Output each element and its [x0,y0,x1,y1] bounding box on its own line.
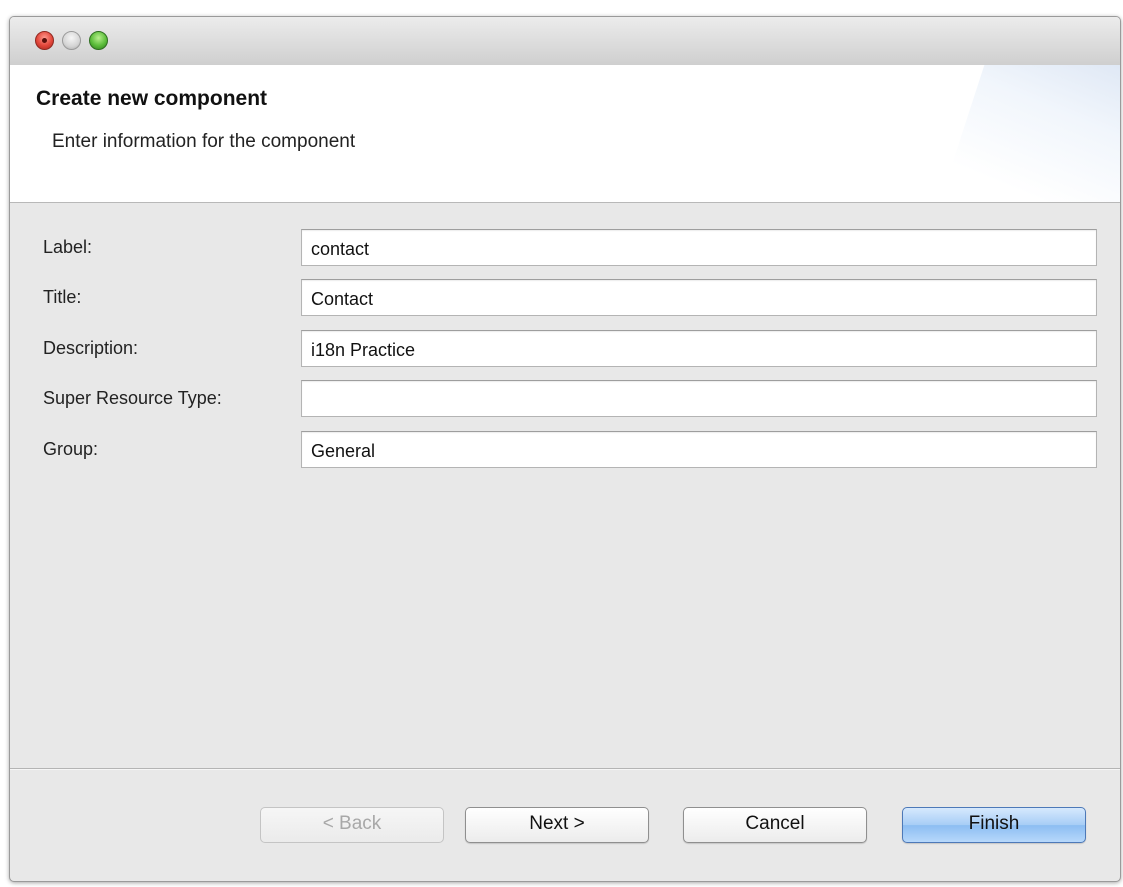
wizard-header: Create new component Enter information f… [10,65,1120,203]
next-button[interactable]: Next > [465,807,649,843]
form-row-label: Label: [10,229,1120,269]
footer-divider [10,768,1120,770]
form-row-description: Description: [10,330,1120,370]
group-field-label: Group: [43,439,99,459]
title-bar[interactable] [10,17,1120,66]
super-resource-type-input[interactable] [301,380,1097,417]
description-field-label: Description: [43,338,139,358]
page-description: Enter information for the component [52,131,356,152]
form-row-group: Group: [10,431,1120,471]
form-row-super-resource-type: Super Resource Type: [10,380,1120,420]
page-title: Create new component [36,87,268,110]
minimize-window-button[interactable] [62,31,81,50]
group-input[interactable] [301,431,1097,468]
cancel-button[interactable]: Cancel [683,807,867,843]
wizard-window: Create new component Enter information f… [9,16,1121,882]
zoom-window-button[interactable] [89,31,108,50]
close-window-button[interactable] [35,31,54,50]
description-input[interactable] [301,330,1097,367]
title-field-label: Title: [43,287,82,307]
form-row-title: Title: [10,279,1120,319]
label-input[interactable] [301,229,1097,266]
title-input[interactable] [301,279,1097,316]
finish-button[interactable]: Finish [902,807,1086,843]
back-button[interactable]: < Back [260,807,444,843]
super-resource-type-field-label: Super Resource Type: [43,388,222,408]
label-field-label: Label: [43,237,93,257]
header-banner-graphic [932,65,1120,202]
